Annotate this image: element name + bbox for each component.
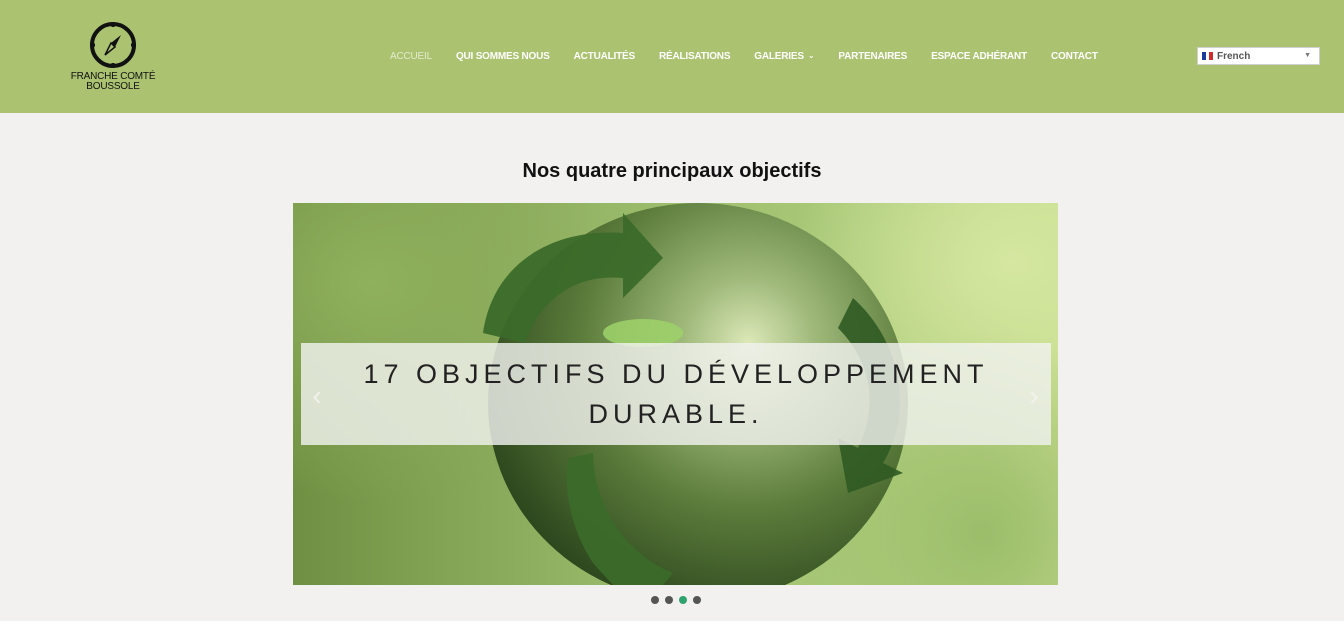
language-selected-label: French bbox=[1217, 50, 1251, 62]
nav-item-espace-adherant[interactable]: ESPACE ADHÉRANT bbox=[919, 51, 1039, 62]
image-slider[interactable]: ‹ › 17 OBJECTIFS DU DÉVELOPPEMENT DURABL… bbox=[293, 203, 1058, 585]
slider-dot[interactable] bbox=[651, 596, 659, 604]
nav-label: ACTUALITÉS bbox=[573, 50, 636, 62]
nav-item-galeries[interactable]: GALERIES ⌄ bbox=[742, 51, 826, 62]
logo-line-2: BOUSSOLE bbox=[86, 81, 140, 92]
compass-icon bbox=[90, 22, 136, 68]
nav-item-realisations[interactable]: RÉALISATIONS bbox=[647, 51, 742, 62]
nav-label: ESPACE ADHÉRANT bbox=[931, 50, 1027, 62]
section-title: Nos quatre principaux objectifs bbox=[522, 160, 822, 182]
site-logo[interactable]: FRANCHE COMTÉ BOUSSOLE bbox=[66, 20, 160, 100]
nav-label: CONTACT bbox=[1050, 50, 1098, 62]
dropdown-arrow-icon: ▼ bbox=[1304, 52, 1311, 59]
slider-dots bbox=[651, 596, 707, 604]
slider-dot-active[interactable] bbox=[679, 596, 687, 604]
language-select[interactable]: French ▼ bbox=[1197, 47, 1320, 65]
nav-label: QUI SOMMES NOUS bbox=[455, 50, 550, 62]
site-header: FRANCHE COMTÉ BOUSSOLE ACCUEIL QUI SOMME… bbox=[0, 0, 1344, 113]
nav-item-accueil[interactable]: ACCUEIL bbox=[378, 51, 444, 62]
main-nav: ACCUEIL QUI SOMMES NOUS ACTUALITÉS RÉALI… bbox=[378, 46, 1110, 66]
nav-item-qui-sommes-nous[interactable]: QUI SOMMES NOUS bbox=[444, 51, 562, 62]
nav-item-partenaires[interactable]: PARTENAIRES bbox=[826, 51, 919, 62]
nav-label: ACCUEIL bbox=[390, 50, 432, 62]
nav-label: RÉALISATIONS bbox=[658, 50, 731, 62]
slide-caption-text: 17 OBJECTIFS DU DÉVELOPPEMENT DURABLE. bbox=[363, 359, 989, 429]
nav-item-actualites[interactable]: ACTUALITÉS bbox=[562, 51, 647, 62]
french-flag-icon bbox=[1202, 52, 1214, 60]
chevron-down-icon: ⌄ bbox=[807, 50, 815, 60]
slide-caption: 17 OBJECTIFS DU DÉVELOPPEMENT DURABLE. bbox=[301, 343, 1051, 445]
nav-label: GALERIES bbox=[754, 50, 804, 62]
nav-label: PARTENAIRES bbox=[838, 50, 908, 62]
nav-item-contact[interactable]: CONTACT bbox=[1039, 51, 1110, 62]
slider-dot[interactable] bbox=[665, 596, 673, 604]
slider-dot[interactable] bbox=[693, 596, 701, 604]
